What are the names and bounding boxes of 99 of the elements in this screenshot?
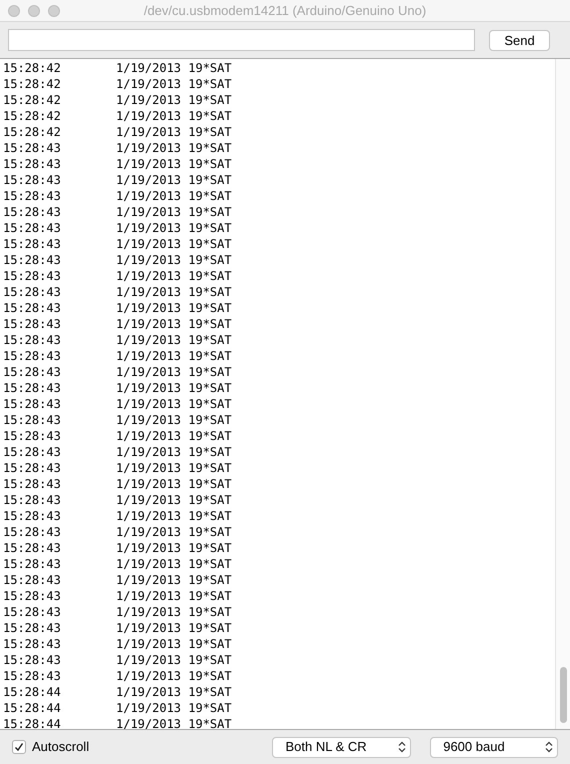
- log-message: 1/19/2013 19*SAT: [116, 444, 232, 461]
- scrollbar[interactable]: [555, 59, 570, 729]
- minimize-icon[interactable]: [28, 5, 40, 17]
- log-timestamp: 15:28:42: [3, 60, 62, 77]
- log-timestamp: 15:28:43: [3, 204, 62, 221]
- log-message: 1/19/2013 19*SAT: [116, 668, 232, 685]
- log-message: 1/19/2013 19*SAT: [116, 588, 232, 605]
- checkmark-icon: [14, 742, 24, 752]
- log-message: 1/19/2013 19*SAT: [116, 636, 232, 653]
- log-timestamp: 15:28:43: [3, 604, 62, 621]
- log-message: 1/19/2013 19*SAT: [116, 332, 232, 349]
- log-message: 1/19/2013 19*SAT: [116, 156, 232, 173]
- log-message: 1/19/2013 19*SAT: [116, 252, 232, 269]
- log-timestamp: 15:28:43: [3, 492, 62, 509]
- window-title: /dev/cu.usbmodem14211 (Arduino/Genuino Uno): [144, 2, 426, 20]
- log-timestamp: 15:28:43: [3, 524, 62, 541]
- log-timestamp: 15:28:43: [3, 652, 62, 669]
- log-timestamp: 15:28:43: [3, 412, 62, 429]
- log-timestamp: 15:28:43: [3, 268, 62, 285]
- log-timestamp: 15:28:43: [3, 316, 62, 333]
- log-message: 1/19/2013 19*SAT: [116, 300, 232, 317]
- log-message: 1/19/2013 19*SAT: [116, 428, 232, 445]
- close-icon[interactable]: [8, 5, 20, 17]
- log-message: 1/19/2013 19*SAT: [116, 140, 232, 157]
- log-timestamp: 15:28:43: [3, 588, 62, 605]
- log-message: 1/19/2013 19*SAT: [116, 60, 232, 77]
- log-message: 1/19/2013 19*SAT: [116, 92, 232, 109]
- log-message: 1/19/2013 19*SAT: [116, 492, 232, 509]
- log-timestamp: 15:28:43: [3, 636, 62, 653]
- updown-caret-icon: [545, 741, 553, 753]
- log-timestamp: 15:28:43: [3, 620, 62, 637]
- log-timestamp: 15:28:43: [3, 476, 62, 493]
- log-timestamp: 15:28:43: [3, 236, 62, 253]
- log-timestamp: 15:28:43: [3, 220, 62, 237]
- log-timestamp: 15:28:43: [3, 284, 62, 301]
- log-message: 1/19/2013 19*SAT: [116, 348, 232, 365]
- log-timestamp: 15:28:42: [3, 108, 62, 125]
- log-message: 1/19/2013 19*SAT: [116, 460, 232, 477]
- log-message: 1/19/2013 19*SAT: [116, 620, 232, 637]
- send-button[interactable]: Send: [489, 30, 550, 50]
- log-message: 1/19/2013 19*SAT: [116, 524, 232, 541]
- log-timestamp: 15:28:43: [3, 140, 62, 157]
- log-timestamp: 15:28:43: [3, 540, 62, 557]
- log-timestamp: 15:28:43: [3, 172, 62, 189]
- log-message: 1/19/2013 19*SAT: [116, 700, 232, 717]
- log-timestamp: 15:28:42: [3, 92, 62, 109]
- log-timestamp: 15:28:43: [3, 380, 62, 397]
- log-message: 1/19/2013 19*SAT: [116, 236, 232, 253]
- line-ending-select[interactable]: Both NL & CR: [272, 736, 412, 758]
- log-timestamp: 15:28:43: [3, 396, 62, 413]
- log-message: 1/19/2013 19*SAT: [116, 316, 232, 333]
- log-timestamp: 15:28:42: [3, 124, 62, 141]
- log-message: 1/19/2013 19*SAT: [116, 380, 232, 397]
- log-message: 1/19/2013 19*SAT: [116, 652, 232, 669]
- log-message: 1/19/2013 19*SAT: [116, 716, 232, 729]
- log-timestamp: 15:28:42: [3, 76, 62, 93]
- input-field[interactable]: [8, 29, 475, 51]
- zoom-icon[interactable]: [48, 5, 60, 17]
- log-timestamp: 15:28:43: [3, 556, 62, 573]
- autoscroll-checkbox[interactable]: [12, 740, 26, 754]
- log-message: 1/19/2013 19*SAT: [116, 508, 232, 525]
- log-message: 1/19/2013 19*SAT: [116, 684, 232, 701]
- log-message: 1/19/2013 19*SAT: [116, 412, 232, 429]
- log-timestamp: 15:28:44: [3, 684, 62, 701]
- log-timestamp: 15:28:43: [3, 572, 62, 589]
- log-timestamp: 15:28:43: [3, 460, 62, 477]
- log-message: 1/19/2013 19*SAT: [116, 476, 232, 493]
- log-message: 1/19/2013 19*SAT: [116, 556, 232, 573]
- baud-rate-select[interactable]: 9600 baud: [430, 736, 558, 758]
- log-message: 1/19/2013 19*SAT: [116, 604, 232, 621]
- log-timestamp: 15:28:43: [3, 668, 62, 685]
- log-message: 1/19/2013 19*SAT: [116, 76, 232, 93]
- scrollbar-thumb[interactable]: [560, 667, 567, 723]
- log-timestamp: 15:28:43: [3, 156, 62, 173]
- log-timestamp: 15:28:44: [3, 700, 62, 717]
- log-timestamp: 15:28:43: [3, 188, 62, 205]
- autoscroll-label: Autoscroll: [32, 738, 90, 756]
- updown-caret-icon: [398, 741, 406, 753]
- log-timestamp: 15:28:43: [3, 364, 62, 381]
- log-message: 1/19/2013 19*SAT: [116, 188, 232, 205]
- log-message: 1/19/2013 19*SAT: [116, 172, 232, 189]
- log-message: 1/19/2013 19*SAT: [116, 268, 232, 285]
- log-timestamp: 15:28:43: [3, 332, 62, 349]
- log-timestamp: 15:28:43: [3, 252, 62, 269]
- log-message: 1/19/2013 19*SAT: [116, 540, 232, 557]
- log-message: 1/19/2013 19*SAT: [116, 284, 232, 301]
- log-timestamp: 15:28:43: [3, 428, 62, 445]
- log-timestamp: 15:28:44: [3, 716, 62, 729]
- log-message: 1/19/2013 19*SAT: [116, 364, 232, 381]
- log-timestamp: 15:28:43: [3, 348, 62, 365]
- log-timestamp: 15:28:43: [3, 444, 62, 461]
- log-message: 1/19/2013 19*SAT: [116, 396, 232, 413]
- log-timestamp: 15:28:43: [3, 508, 62, 525]
- log-timestamp: 15:28:43: [3, 300, 62, 317]
- log-message: 1/19/2013 19*SAT: [116, 220, 232, 237]
- log-message: 1/19/2013 19*SAT: [116, 124, 232, 141]
- log-message: 1/19/2013 19*SAT: [116, 572, 232, 589]
- log-message: 1/19/2013 19*SAT: [116, 204, 232, 221]
- log-message: 1/19/2013 19*SAT: [116, 108, 232, 125]
